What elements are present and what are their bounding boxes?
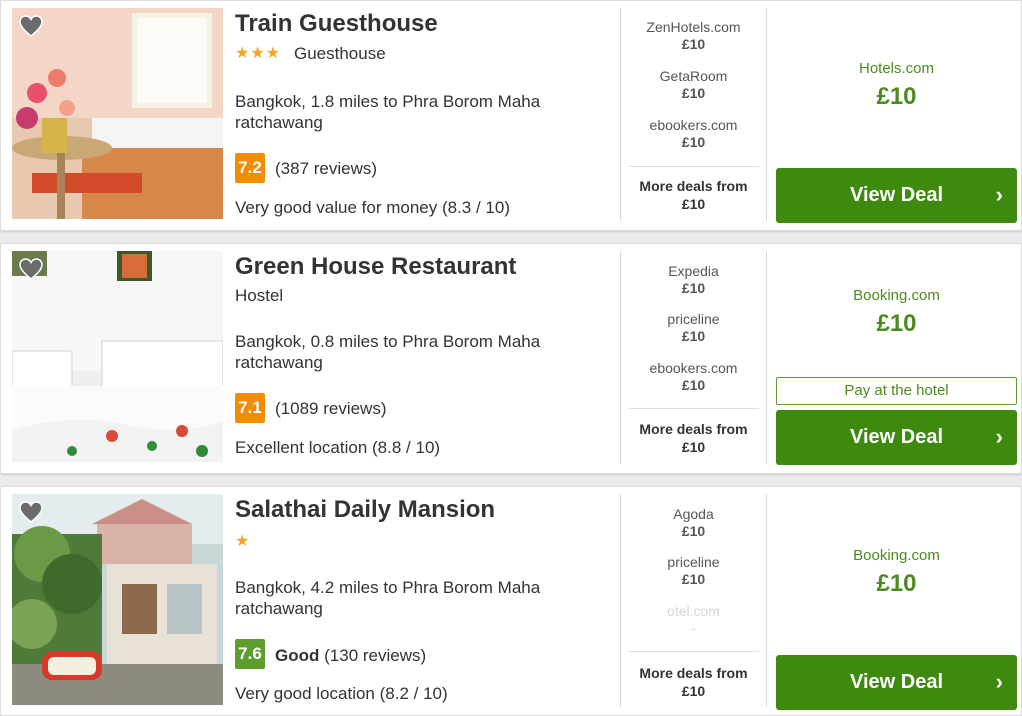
deal-provider: ZenHotels.com [646, 19, 741, 35]
divider [766, 8, 767, 221]
deal-provider: ebookers.com [649, 360, 738, 376]
hotel-location: Bangkok, 0.8 miles to Phra Borom Maha ra… [235, 332, 541, 372]
deal-provider: Agoda [673, 506, 714, 522]
hotel-photo[interactable] [12, 494, 223, 705]
star-rating: ★★★ [235, 45, 282, 62]
more-deals-price: £10 [681, 439, 706, 455]
view-deal-button[interactable]: View Deal › [776, 168, 1017, 223]
review-count-text: (1089 reviews) [275, 399, 387, 418]
hotel-name[interactable]: Green House Restaurant [235, 253, 516, 281]
deal-price: £10 [681, 36, 706, 52]
deal-item[interactable]: priceline £10 [621, 311, 766, 344]
accommodation-type: Hostel [235, 286, 284, 305]
deal-price: £10 [681, 85, 706, 101]
view-deal-button[interactable]: View Deal › [776, 410, 1017, 465]
hotel-location: Bangkok, 4.2 miles to Phra Borom Maha ra… [235, 578, 541, 618]
hotel-photo[interactable] [12, 251, 223, 462]
best-deal-provider: Booking.com [853, 547, 940, 564]
deal-price: £10 [681, 328, 706, 344]
best-deal-price: £10 [876, 83, 917, 110]
deal-item[interactable]: Expedia £10 [621, 263, 766, 296]
hotel-location: Bangkok, 1.8 miles to Phra Borom Maha ra… [235, 92, 541, 132]
review-count[interactable]: (1089 reviews) [275, 399, 387, 419]
divider [766, 251, 767, 464]
heart-icon[interactable] [18, 500, 44, 524]
review-score-word: Good [275, 646, 320, 665]
separator [629, 651, 759, 652]
more-deals-price: £10 [681, 683, 706, 699]
deal-item[interactable]: priceline £10 [621, 554, 766, 587]
view-deal-label: View Deal [849, 426, 944, 448]
hotel-card[interactable]: Train Guesthouse ★★★ Guesthouse Bangkok,… [0, 0, 1022, 231]
best-deal-provider: Hotels.com [858, 60, 935, 77]
view-deal-label: View Deal [849, 671, 944, 693]
review-count[interactable]: (387 reviews) [275, 159, 377, 179]
chevron-right-icon: › [995, 669, 1003, 694]
review-count[interactable]: Good (130 reviews) [275, 646, 426, 666]
rating-summary: Very good value for money (8.3 / 10) [235, 198, 510, 217]
divider [766, 494, 767, 707]
hotel-photo[interactable] [12, 8, 223, 219]
separator [629, 166, 759, 167]
deal-provider: GetaRoom [659, 68, 728, 84]
heart-icon[interactable] [18, 257, 44, 281]
review-score-badge: 7.2 [235, 153, 265, 183]
rating-summary: Very good location (8.2 / 10) [235, 684, 448, 703]
deal-provider: priceline [667, 311, 720, 327]
deal-item[interactable]: ebookers.com £10 [621, 117, 766, 150]
deal-provider: otel.com [667, 603, 720, 619]
more-deals-link[interactable]: More deals from £10 [621, 420, 766, 456]
deal-item[interactable]: Agoda £10 [621, 506, 766, 539]
best-deal[interactable]: Booking.com £10 [776, 547, 1017, 598]
more-deals-link[interactable]: More deals from £10 [621, 177, 766, 213]
more-deals-label: More deals from [639, 178, 748, 194]
deal-provider: Expedia [668, 263, 719, 279]
deal-price: £10 [681, 571, 706, 587]
deal-price: £10 [681, 134, 706, 150]
deal-item[interactable]: ZenHotels.com £10 [621, 19, 766, 52]
best-deal[interactable]: Hotels.com £10 [776, 60, 1017, 111]
deal-price: £10 [681, 523, 706, 539]
deal-item[interactable]: ebookers.com £10 [621, 360, 766, 393]
best-deal-price: £10 [876, 310, 917, 337]
hotel-card[interactable]: Green House Restaurant Hostel Bangkok, 0… [0, 243, 1022, 474]
more-deals-price: £10 [681, 196, 706, 212]
deal-price: £10 [681, 377, 706, 393]
more-deals-label: More deals from [639, 421, 748, 437]
rating-summary: Excellent location (8.8 / 10) [235, 438, 441, 457]
more-deals-label: More deals from [639, 665, 748, 681]
accommodation-type: Guesthouse [294, 44, 386, 63]
review-count-text: (387 reviews) [275, 159, 378, 178]
star-rating: ★ [235, 533, 251, 550]
hotel-name[interactable]: Salathai Daily Mansion [235, 496, 495, 524]
best-deal[interactable]: Booking.com £10 [776, 287, 1017, 338]
pay-at-hotel-badge: Pay at the hotel [776, 377, 1017, 405]
deal-item[interactable]: otel.com - [621, 603, 766, 636]
deal-price: £10 [681, 280, 706, 296]
deal-provider: priceline [667, 554, 720, 570]
hotel-card[interactable]: Salathai Daily Mansion ★ Bangkok, 4.2 mi… [0, 486, 1022, 716]
best-deal-price: £10 [876, 570, 917, 597]
view-deal-button[interactable]: View Deal › [776, 655, 1017, 710]
chevron-right-icon: › [995, 424, 1003, 449]
review-score-badge: 7.6 [235, 639, 265, 669]
more-deals-link[interactable]: More deals from £10 [621, 664, 766, 700]
heart-icon[interactable] [18, 14, 44, 38]
deal-provider: ebookers.com [649, 117, 738, 133]
review-score-badge: 7.1 [235, 393, 265, 423]
review-count-text: (130 reviews) [324, 646, 427, 665]
best-deal-provider: Booking.com [853, 287, 940, 304]
hotel-name[interactable]: Train Guesthouse [235, 10, 438, 38]
deal-price: - [691, 620, 696, 636]
deal-item[interactable]: GetaRoom £10 [621, 68, 766, 101]
separator [629, 408, 759, 409]
chevron-right-icon: › [995, 182, 1003, 207]
view-deal-label: View Deal [849, 184, 944, 206]
